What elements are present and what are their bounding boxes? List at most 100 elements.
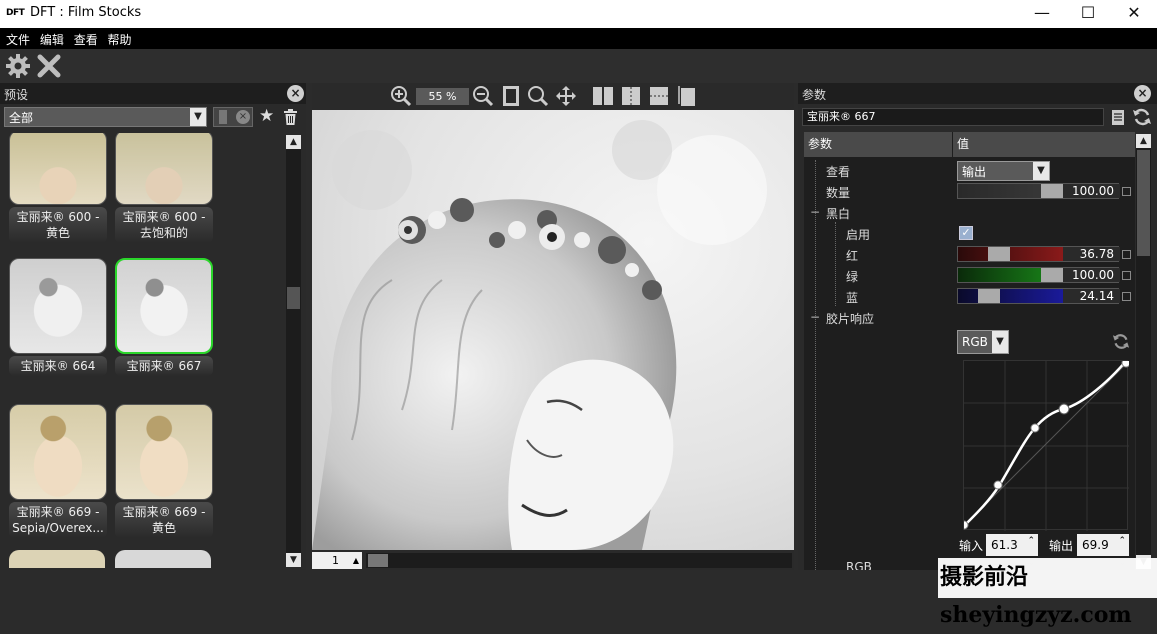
view-select-value: 输出 <box>962 165 987 179</box>
zoom-in-icon[interactable] <box>390 85 412 107</box>
preset-category-select[interactable]: 全部 ▼ <box>4 107 207 127</box>
preset-thumb[interactable]: 宝丽来® 600 - 黄色 <box>9 133 107 243</box>
menu-edit[interactable]: 编辑 <box>34 28 64 48</box>
trash-icon[interactable] <box>283 109 298 125</box>
param-row-film-response: − 胶片响应 <box>804 307 1135 328</box>
favorite-star-icon[interactable]: ★ <box>259 106 274 126</box>
split-view-horizontal-icon[interactable] <box>648 85 670 107</box>
curve-point[interactable] <box>959 520 969 530</box>
preset-name-field[interactable]: 宝丽来® 667 <box>802 108 1104 126</box>
curve-point-selected[interactable] <box>1058 403 1070 415</box>
tone-curve-graph[interactable] <box>959 358 1131 531</box>
preset-thumb[interactable]: 宝丽来® 669 - Sepia/Overex... <box>9 404 107 538</box>
window-title: DFT : Film Stocks <box>30 5 142 20</box>
refresh-icon[interactable] <box>1132 108 1152 126</box>
split-view-vertical-icon[interactable] <box>592 85 614 107</box>
scroll-thumb[interactable] <box>287 287 300 309</box>
reset-amount-icon[interactable] <box>1122 187 1131 196</box>
preview-photo[interactable] <box>312 110 794 550</box>
close-presets-icon[interactable]: × <box>287 85 304 102</box>
blue-value[interactable]: 24.14 <box>1080 289 1114 303</box>
reset-green-icon[interactable] <box>1122 271 1131 280</box>
collapse-icon[interactable]: − <box>810 310 820 324</box>
input-value-field[interactable]: 61.3 ⌃⌄ <box>986 534 1038 568</box>
reset-red-icon[interactable] <box>1122 250 1131 259</box>
menu-help[interactable]: 帮助 <box>102 28 132 48</box>
pan-move-icon[interactable] <box>555 85 577 107</box>
chevron-down-icon: ▼ <box>992 331 1008 353</box>
scroll-thumb[interactable] <box>368 554 388 567</box>
red-value[interactable]: 36.78 <box>1080 247 1114 261</box>
view-label: 查看 <box>826 165 851 179</box>
blue-slider[interactable]: 24.14 <box>957 288 1120 304</box>
preset-label: 宝丽来® 600 - 黄色 <box>9 207 107 243</box>
split-view-mirror-icon[interactable] <box>620 85 642 107</box>
preset-label: 宝丽来® 664 <box>9 356 107 376</box>
scroll-down-icon[interactable]: ▼ <box>286 553 301 567</box>
fit-to-window-icon[interactable] <box>500 85 522 107</box>
green-value[interactable]: 100.00 <box>1072 268 1114 282</box>
param-row-amount: 数量 100.00 <box>804 181 1135 202</box>
output-value: 69.9 <box>1082 538 1109 552</box>
gear-icon[interactable] <box>4 52 32 80</box>
amount-slider[interactable]: 100.00 <box>957 183 1120 199</box>
param-row-enable: 启用 ✓ <box>804 223 1135 244</box>
reset-curve-icon[interactable] <box>1112 333 1130 350</box>
slider-track <box>958 247 1063 261</box>
col-header-value: 值 <box>953 132 1135 157</box>
maximize-button[interactable]: ☐ <box>1065 0 1111 28</box>
preset-search-input[interactable]: × <box>213 107 253 127</box>
output-value-field[interactable]: 69.9 ⌃⌄ <box>1077 534 1129 568</box>
green-slider[interactable]: 100.00 <box>957 267 1120 283</box>
notes-icon[interactable] <box>1111 109 1125 126</box>
preset-category-value: 全部 <box>9 111 34 125</box>
slider-handle[interactable] <box>978 289 1000 303</box>
partial-row-label: RGB <box>846 560 872 570</box>
viewer-horizontal-scrollbar[interactable] <box>366 553 792 568</box>
amount-value[interactable]: 100.00 <box>1072 184 1114 198</box>
preset-thumb-selected[interactable]: 宝丽来® 667 <box>115 258 213 376</box>
scroll-up-icon[interactable]: ▲ <box>286 135 301 149</box>
params-scrollbar[interactable]: ▲ ▼ <box>1136 134 1151 569</box>
amount-label: 数量 <box>826 186 851 200</box>
tone-curve-editor[interactable] <box>959 358 1131 531</box>
view-select[interactable]: 输出 ▼ <box>957 161 1050 181</box>
scroll-up-icon[interactable]: ▲ <box>1136 134 1151 148</box>
output-label: 输出 <box>1049 539 1074 553</box>
magnifier-icon[interactable] <box>527 85 549 107</box>
minimize-button[interactable]: — <box>1019 0 1065 28</box>
reset-blue-icon[interactable] <box>1122 292 1131 301</box>
menu-view[interactable]: 查看 <box>68 28 98 48</box>
preset-thumb[interactable]: 宝丽来® 600 - 去饱和的 <box>115 133 213 243</box>
curve-point[interactable] <box>1121 358 1131 368</box>
single-view-icon[interactable] <box>676 85 698 107</box>
params-header: 参数 × <box>798 83 1157 104</box>
curve-point[interactable] <box>993 480 1003 490</box>
clear-search-icon[interactable]: × <box>236 110 250 124</box>
slider-handle[interactable] <box>988 247 1010 261</box>
scroll-thumb[interactable] <box>1137 150 1150 256</box>
channel-select[interactable]: RGB ▼ <box>957 330 1009 354</box>
presets-scrollbar[interactable]: ▲ ▼ <box>286 135 301 567</box>
collapse-icon[interactable]: − <box>810 205 820 219</box>
preset-label: 宝丽来® 600 - 去饱和的 <box>115 207 213 243</box>
stepper-up-icon[interactable]: ▲ <box>353 552 359 569</box>
curve-point[interactable] <box>1030 423 1040 433</box>
page-number-field[interactable]: 1 ▲ <box>312 552 362 569</box>
page-number-value: 1 <box>332 554 339 567</box>
chevron-down-icon: ▼ <box>190 108 206 126</box>
preset-thumb[interactable]: 宝丽来® 669 - 黄色 <box>115 404 213 538</box>
red-slider[interactable]: 36.78 <box>957 246 1120 262</box>
menu-file[interactable]: 文件 <box>0 28 30 48</box>
slider-handle[interactable] <box>1041 268 1063 282</box>
slider-handle[interactable] <box>1041 184 1063 198</box>
preset-thumbnail-image <box>115 258 213 354</box>
preset-thumb[interactable]: 宝丽来® 664 <box>9 258 107 376</box>
zoom-level-field[interactable]: 55 % <box>416 88 469 105</box>
close-params-icon[interactable]: × <box>1134 85 1151 102</box>
close-window-button[interactable]: ✕ <box>1111 0 1157 28</box>
enable-checkbox[interactable]: ✓ <box>959 226 973 240</box>
x-icon[interactable] <box>35 52 63 80</box>
zoom-out-icon[interactable] <box>472 85 494 107</box>
params-title: 参数 <box>802 88 827 102</box>
